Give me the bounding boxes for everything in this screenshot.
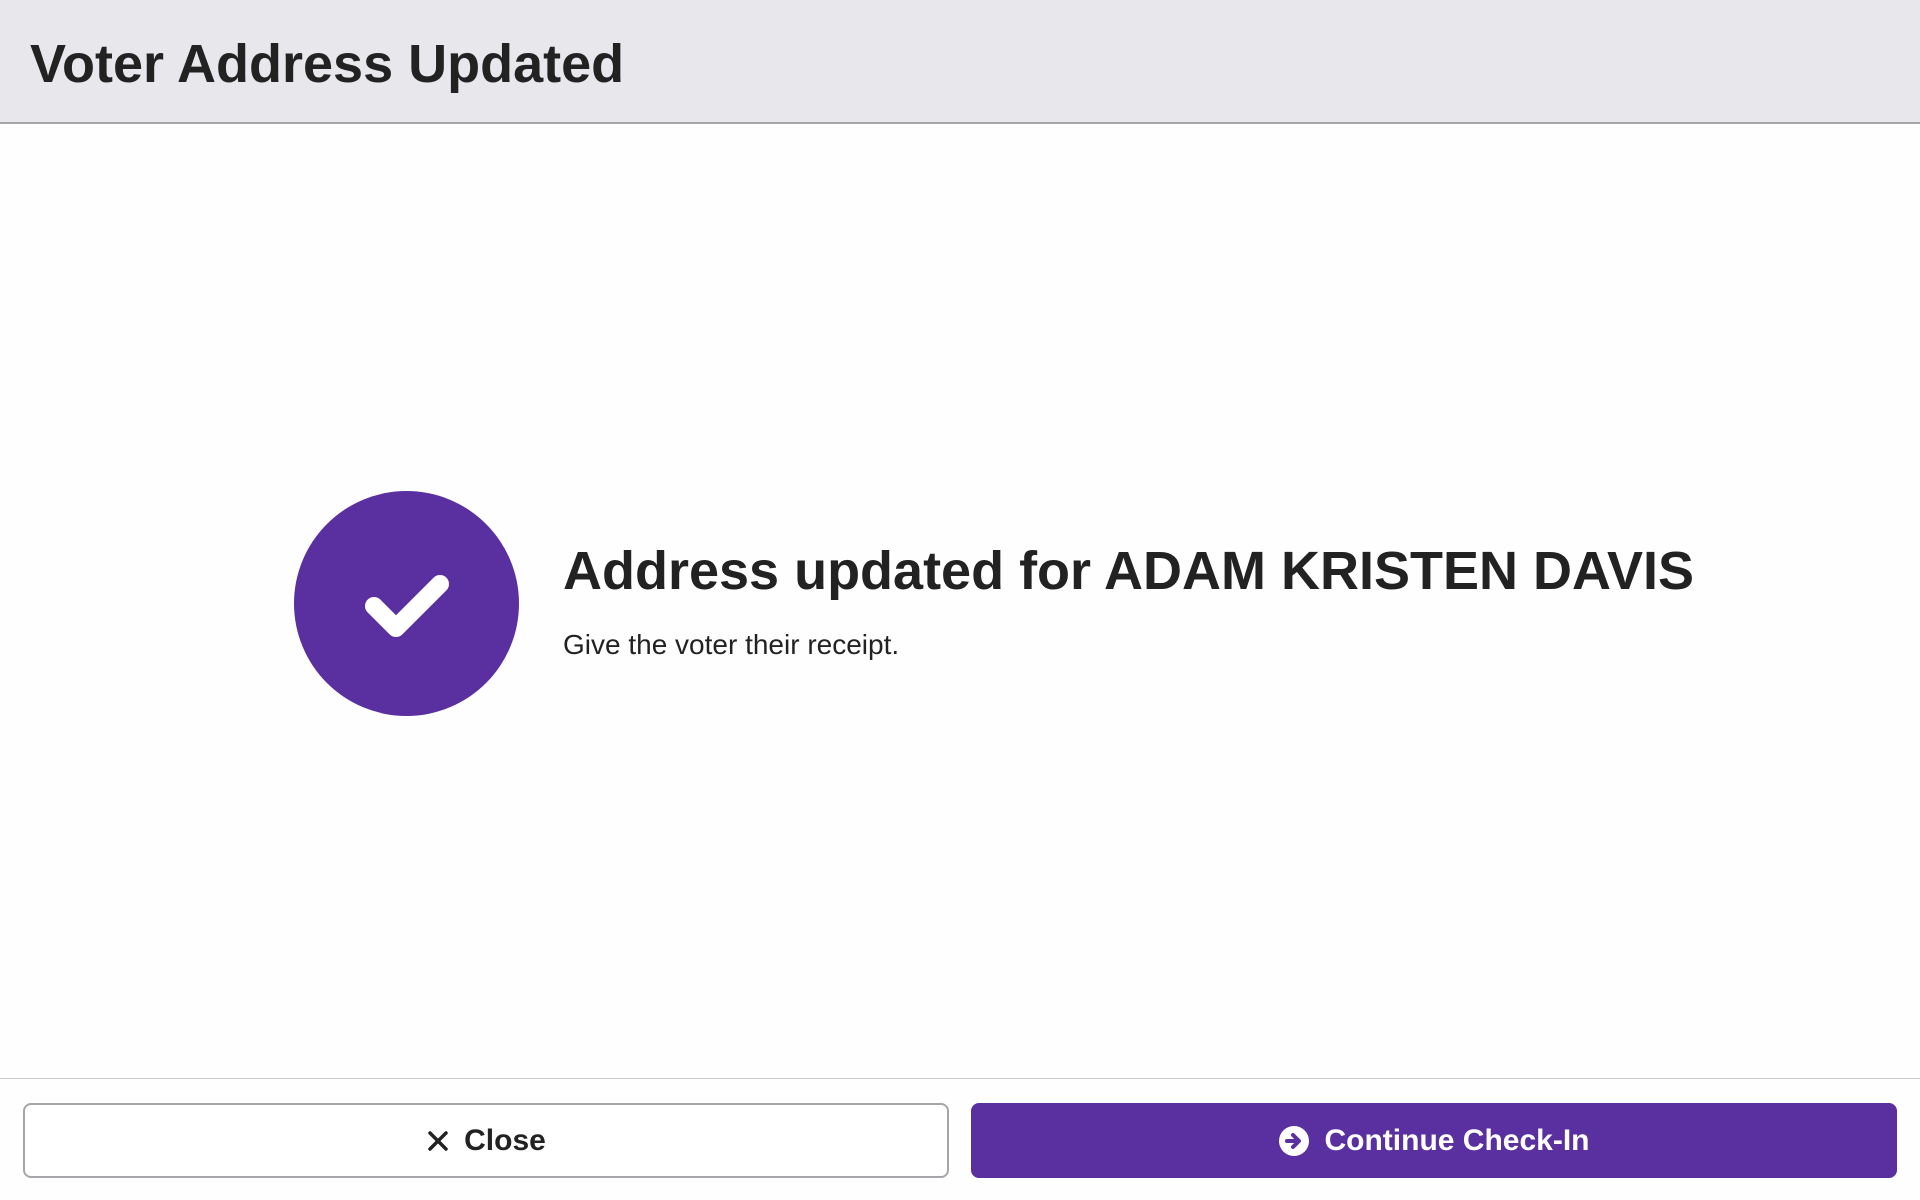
success-subtext: Give the voter their receipt.: [563, 629, 900, 660]
close-button[interactable]: Close: [23, 1103, 949, 1178]
main-content: Address updated for ADAM KRISTEN DAVIS G…: [0, 124, 1920, 1078]
footer-actions: Close Continue Check-In: [0, 1078, 1920, 1200]
check-circle-icon: [294, 491, 519, 716]
checkmark-icon: [364, 574, 449, 637]
continue-button-label: Continue Check-In: [1324, 1123, 1590, 1157]
arrow-right-circle-icon: [1278, 1125, 1310, 1157]
continue-check-in-button[interactable]: Continue Check-In: [971, 1103, 1897, 1178]
success-text: Address updated for ADAM KRISTEN DAVIS G…: [563, 491, 1694, 663]
success-message: Address updated for ADAM KRISTEN DAVIS G…: [294, 491, 1694, 716]
app-window: Voter Address Updated Address updated fo…: [0, 0, 1920, 1200]
page-header: Voter Address Updated: [0, 0, 1920, 124]
page-title: Voter Address Updated: [30, 34, 625, 94]
success-heading: Address updated for ADAM KRISTEN DAVIS: [563, 541, 1695, 601]
close-icon: [426, 1129, 450, 1153]
close-button-label: Close: [464, 1123, 546, 1157]
